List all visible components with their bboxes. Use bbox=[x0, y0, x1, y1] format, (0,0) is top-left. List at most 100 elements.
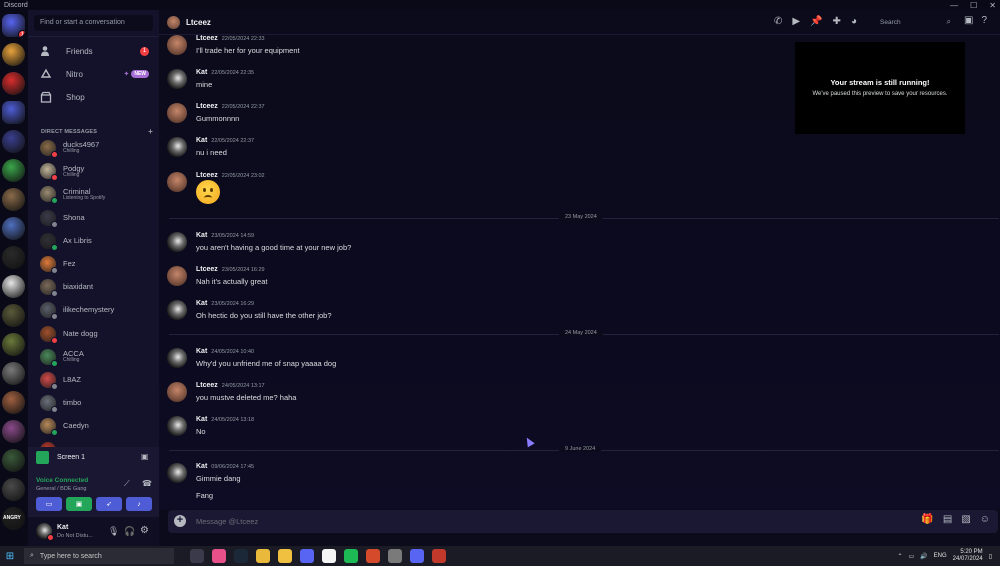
taskbar-app-icon[interactable] bbox=[212, 549, 226, 563]
minimize-button[interactable]: — bbox=[950, 1, 958, 10]
taskbar-app-icon[interactable] bbox=[234, 549, 248, 563]
dm-item[interactable]: timbo bbox=[40, 392, 155, 414]
voice-channel-label[interactable]: General / BDE Gang bbox=[36, 486, 86, 492]
dm-item[interactable]: Fez bbox=[40, 253, 155, 275]
dm-item[interactable]: Nate dogg bbox=[40, 323, 155, 345]
server-icon[interactable] bbox=[2, 101, 25, 124]
avatar[interactable] bbox=[167, 300, 187, 320]
tray-chevron-icon[interactable]: ⌃ bbox=[897, 553, 902, 560]
stream-preview-row[interactable]: Screen 1 bbox=[36, 451, 85, 464]
nav-nitro[interactable]: Nitro ✦ NEW bbox=[34, 64, 153, 84]
taskbar-app-icon[interactable] bbox=[366, 549, 380, 563]
avatar[interactable] bbox=[167, 103, 187, 123]
emoji-icon[interactable]: ☺ bbox=[980, 514, 990, 525]
taskbar-app-icon[interactable] bbox=[322, 549, 336, 563]
close-button[interactable]: ✕ bbox=[989, 1, 996, 10]
dm-item[interactable]: ACCA Chilling bbox=[40, 346, 155, 368]
dm-item[interactable]: Shona bbox=[40, 207, 155, 229]
gif-icon[interactable]: ▤ bbox=[943, 514, 952, 525]
taskbar-app-icon[interactable] bbox=[432, 549, 446, 563]
language-indicator[interactable]: ENG bbox=[934, 553, 947, 559]
nav-friends[interactable]: Friends 1 bbox=[34, 41, 153, 61]
server-icon[interactable]: 1 bbox=[2, 14, 25, 37]
message-author[interactable]: Ltceez bbox=[196, 103, 218, 110]
attach-plus-icon[interactable]: + bbox=[174, 515, 186, 527]
find-conversation-input[interactable]: Find or start a conversation bbox=[34, 15, 153, 31]
avatar[interactable] bbox=[36, 523, 54, 541]
dm-item[interactable]: L8AZ bbox=[40, 369, 155, 391]
disconnect-icon[interactable]: ☎ bbox=[142, 479, 152, 488]
dm-item[interactable]: ilikechemystery bbox=[40, 299, 155, 321]
server-icon[interactable] bbox=[2, 159, 25, 182]
server-icon[interactable] bbox=[2, 391, 25, 414]
user-profile-icon[interactable]: ◕ bbox=[851, 16, 857, 27]
avatar[interactable] bbox=[167, 69, 187, 89]
add-friends-icon[interactable]: ✚ bbox=[833, 16, 841, 27]
avatar[interactable] bbox=[167, 416, 187, 436]
taskbar-app-icon[interactable] bbox=[388, 549, 402, 563]
taskbar-app-icon[interactable] bbox=[190, 549, 204, 563]
avatar[interactable] bbox=[167, 35, 187, 55]
volume-icon[interactable]: 🔊 bbox=[920, 553, 927, 560]
server-icon[interactable] bbox=[2, 420, 25, 443]
microphone-icon[interactable]: 🎙 bbox=[108, 526, 119, 537]
taskbar-clock[interactable]: 5:20 PM 24/07/2024 bbox=[953, 549, 983, 563]
message-author[interactable]: Kat bbox=[196, 232, 207, 239]
help-icon[interactable]: ? bbox=[981, 15, 987, 26]
maximize-button[interactable]: ☐ bbox=[970, 1, 977, 10]
header-search-input[interactable]: Search ⌕ bbox=[874, 15, 954, 30]
headphones-icon[interactable]: 🎧 bbox=[124, 526, 135, 537]
server-icon[interactable] bbox=[2, 449, 25, 472]
avatar[interactable] bbox=[167, 232, 187, 252]
windows-start-icon[interactable]: ⊞ bbox=[0, 551, 20, 562]
camera-button[interactable]: ▭ bbox=[36, 497, 62, 511]
server-icon[interactable]: ANGRY bbox=[2, 507, 25, 530]
pin-icon[interactable]: 📌 bbox=[810, 16, 822, 27]
taskbar-app-icon[interactable] bbox=[300, 549, 314, 563]
dm-item[interactable]: ducks4967 Chilling bbox=[40, 137, 155, 159]
gift-icon[interactable]: 🎁 bbox=[921, 514, 933, 525]
recipient-avatar[interactable] bbox=[167, 16, 180, 29]
recipient-name[interactable]: Ltceez bbox=[186, 18, 211, 27]
create-dm-button[interactable]: + bbox=[148, 128, 153, 136]
noise-suppression-icon[interactable]: ⟋ bbox=[124, 479, 130, 489]
taskbar-search[interactable]: ⌕ Type here to search bbox=[24, 548, 174, 564]
message-author[interactable]: Kat bbox=[196, 463, 207, 470]
server-icon[interactable] bbox=[2, 217, 25, 240]
taskbar-app-icon[interactable] bbox=[410, 549, 424, 563]
message-author[interactable]: Kat bbox=[196, 137, 207, 144]
nav-shop[interactable]: Shop bbox=[34, 87, 153, 107]
taskbar-app-icon[interactable] bbox=[256, 549, 270, 563]
server-icon[interactable] bbox=[2, 478, 25, 501]
message-author[interactable]: Ltceez bbox=[196, 266, 218, 273]
server-icon[interactable] bbox=[2, 72, 25, 95]
notifications-icon[interactable]: ▯ bbox=[989, 553, 992, 560]
taskbar-app-icon[interactable] bbox=[344, 549, 358, 563]
avatar[interactable] bbox=[167, 172, 187, 192]
message-author[interactable]: Kat bbox=[196, 300, 207, 307]
message-author[interactable]: Ltceez bbox=[196, 172, 218, 179]
share-screen-button[interactable]: ▣ bbox=[66, 497, 92, 511]
avatar[interactable] bbox=[167, 382, 187, 402]
message-author[interactable]: Kat bbox=[196, 69, 207, 76]
server-icon[interactable] bbox=[2, 43, 25, 66]
server-icon[interactable] bbox=[2, 275, 25, 298]
sticker-icon[interactable]: ▧ bbox=[961, 514, 970, 525]
avatar[interactable] bbox=[167, 348, 187, 368]
video-call-icon[interactable]: ▶ bbox=[792, 16, 800, 27]
settings-gear-icon[interactable]: ⚙ bbox=[140, 525, 149, 536]
dm-item[interactable]: biaxidant bbox=[40, 276, 155, 298]
dm-item[interactable]: Caedyn bbox=[40, 415, 155, 437]
network-icon[interactable]: ▭ bbox=[908, 553, 914, 560]
dm-item[interactable]: Podgy Chilling bbox=[40, 160, 155, 182]
server-icon[interactable] bbox=[2, 304, 25, 327]
server-icon[interactable] bbox=[2, 333, 25, 356]
server-icon[interactable] bbox=[2, 246, 25, 269]
message-author[interactable]: Kat bbox=[196, 348, 207, 355]
avatar[interactable] bbox=[167, 266, 187, 286]
server-icon[interactable] bbox=[2, 188, 25, 211]
server-icon[interactable] bbox=[2, 130, 25, 153]
dm-item[interactable]: Ax Libris bbox=[40, 230, 155, 252]
message-author[interactable]: Ltceez bbox=[196, 382, 218, 389]
voice-connected-label[interactable]: Voice Connected bbox=[36, 477, 88, 484]
